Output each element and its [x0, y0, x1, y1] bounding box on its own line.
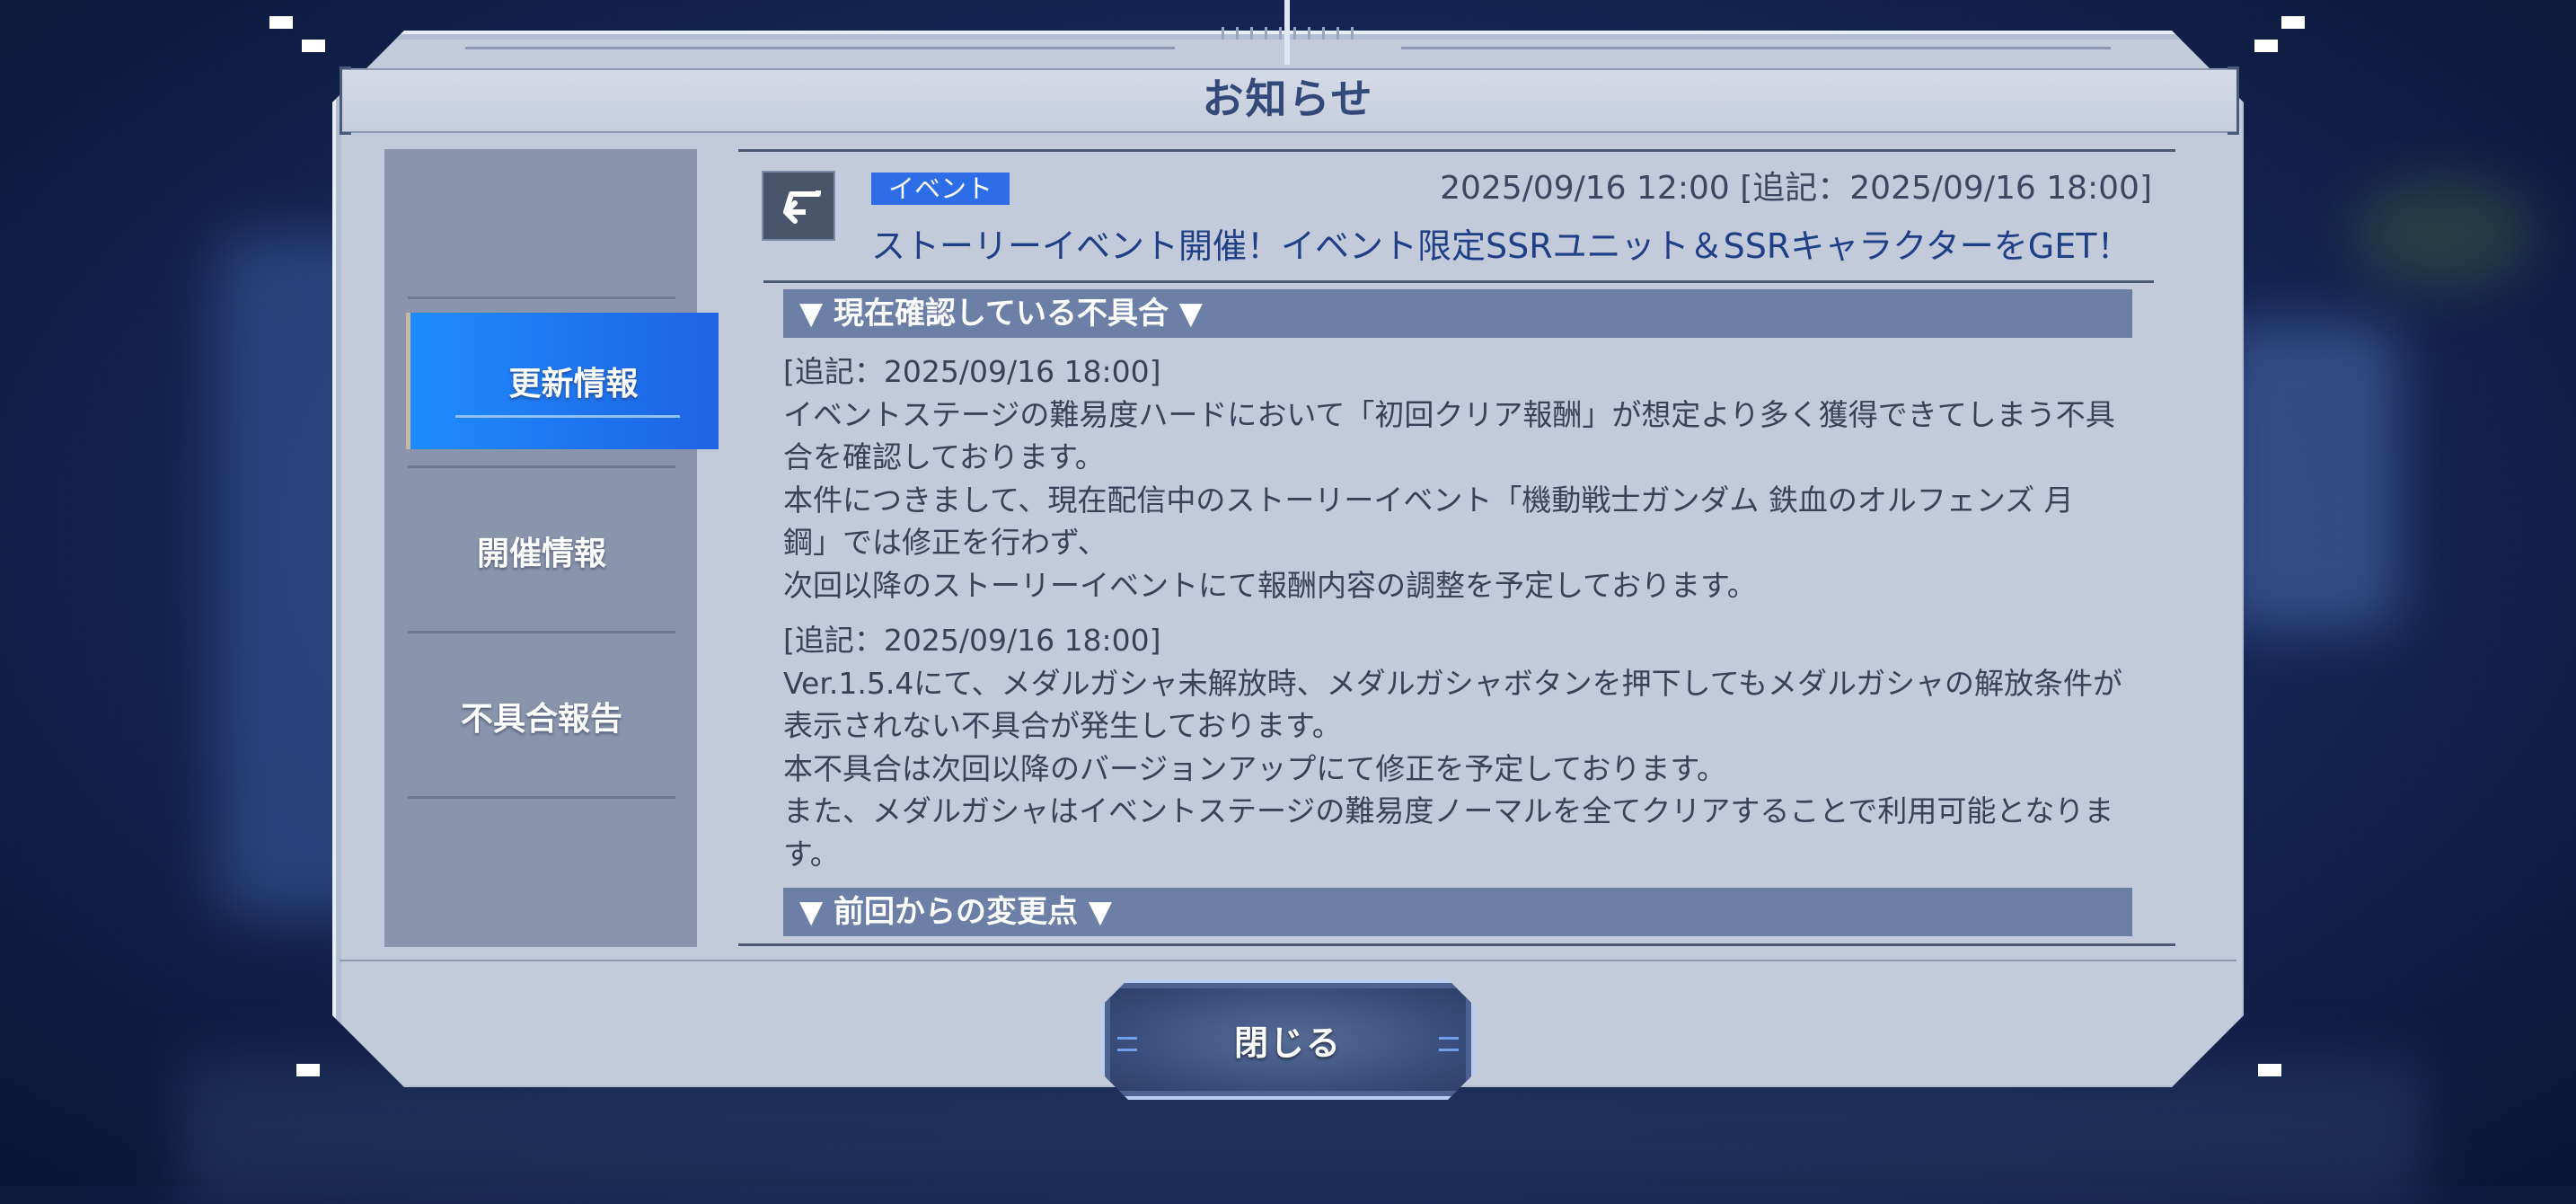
- sidebar-tab-label: 更新情報: [508, 366, 639, 403]
- sidebar-divider: [408, 297, 675, 299]
- paragraph-line: [追記：2025/09/16 18:00]: [783, 354, 1161, 389]
- paragraph-line: 本不具合は次回以降のバージョンアップにて修正を予定しております。: [783, 750, 1727, 786]
- frame-corner-mark: [302, 40, 325, 52]
- header-bracket-left: [340, 66, 351, 135]
- paragraph-line: 本件につきまして、現在配信中のストーリーイベント「機動戦士ガンダム 鉄血のオルフ…: [783, 482, 2074, 518]
- article-title: ストーリーイベント開催！イベント限定SSRユニット＆SSRキャラクターをGET！: [871, 226, 2131, 266]
- frame-corner-mark: [296, 1064, 320, 1076]
- sidebar-tab-events[interactable]: 開催情報: [408, 470, 675, 632]
- sidebar-tab-label: 開催情報: [476, 536, 606, 572]
- category-tag: イベント: [871, 173, 1010, 205]
- back-button[interactable]: [762, 171, 835, 241]
- post-date: 2025/09/16 12:00 [追記：2025/09/16 18:00]: [1440, 170, 2152, 207]
- frame-corner-mark: [2258, 1064, 2281, 1076]
- paragraph-issue-1: [追記：2025/09/16 18:00] イベントステージの難易度ハードにおい…: [783, 350, 2134, 606]
- content-top-border: [738, 149, 2175, 152]
- dialog-title: お知らせ: [1202, 75, 1374, 123]
- frame-top-ticks: [1222, 27, 1354, 40]
- paragraph-line: 合を確認しております。: [783, 439, 1105, 474]
- frame-corner-mark: [2254, 40, 2278, 52]
- active-tab-underline: [455, 415, 680, 418]
- content-bottom-border: [738, 943, 2175, 946]
- paragraph-issue-2: [追記：2025/09/16 18:00] Ver.1.5.4にて、メダルガシャ…: [783, 619, 2134, 875]
- paragraph-line: 鋼」では修正を行わず、: [783, 525, 1107, 560]
- sidebar-divider: [408, 465, 675, 468]
- section-header-known-issues: ▼ 現在確認している不具合 ▼: [783, 289, 2132, 338]
- paragraph-line: 表示されない不具合が発生しております。: [783, 708, 1342, 743]
- button-decoration: [1439, 1037, 1459, 1051]
- title-separator: [763, 280, 2154, 283]
- sidebar-tab-updates[interactable]: 更新情報: [406, 313, 719, 449]
- paragraph-line: イベントステージの難易度ハードにおいて「初回クリア報酬」が想定より多く獲得できて…: [783, 396, 2115, 432]
- header-bracket-right: [2228, 66, 2239, 135]
- footer-divider: [340, 960, 2236, 961]
- frame-corner-mark: [269, 16, 293, 29]
- background-panel-right: [2219, 323, 2398, 629]
- frame-corner-mark: [2281, 16, 2305, 29]
- background-logo: [2353, 180, 2533, 288]
- paragraph-line: また、メダルガシャはイベントステージの難易度ノーマルを全てクリアすることで利用可…: [783, 793, 2114, 828]
- close-button[interactable]: 閉じる: [1101, 979, 1475, 1100]
- sidebar-divider: [408, 796, 675, 799]
- return-arrow-icon: [783, 190, 821, 224]
- paragraph-line: [追記：2025/09/16 18:00]: [783, 623, 1161, 658]
- section-header-changes: ▼ 前回からの変更点 ▼: [783, 888, 2132, 936]
- paragraph-line: 次回以降のストーリーイベントにて報酬内容の調整を予定しております。: [783, 567, 1757, 603]
- button-decoration: [1117, 1037, 1137, 1051]
- close-button-label: 閉じる: [1233, 1023, 1342, 1063]
- article-body[interactable]: ▼ 現在確認している不具合 ▼ [追記：2025/09/16 18:00] イベ…: [783, 289, 2134, 942]
- sidebar-divider: [408, 631, 675, 633]
- paragraph-line: Ver.1.5.4にて、メダルガシャ未解放時、メダルガシャボタンを押下してもメダ…: [783, 665, 2123, 701]
- sidebar-tab-label: 不具合報告: [460, 701, 622, 738]
- sidebar-tab-bugs[interactable]: 不具合報告: [408, 635, 675, 797]
- frame-top-line-left: [465, 47, 1175, 49]
- frame-top-line-right: [1401, 47, 2111, 49]
- paragraph-line: す。: [783, 836, 840, 872]
